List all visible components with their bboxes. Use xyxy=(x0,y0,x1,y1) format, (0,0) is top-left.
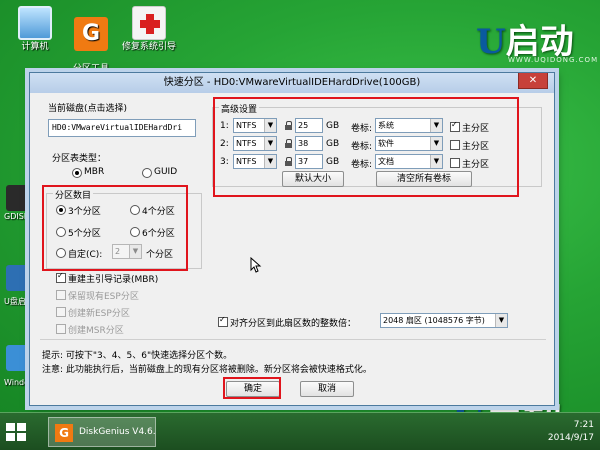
desktop-icon-computer[interactable]: 计算机 xyxy=(4,6,66,53)
taskbar: G DiskGenius V4.6... 7:21 2014/9/17 xyxy=(0,412,600,450)
radio-guid[interactable]: GUID xyxy=(142,167,177,178)
computer-icon xyxy=(18,6,52,40)
checkbox-create-msr[interactable]: 创建MSR分区 xyxy=(56,323,124,336)
close-button[interactable]: ✕ xyxy=(518,73,548,89)
checkbox-rebuild-mbr[interactable]: 重建主引导记录(MBR) xyxy=(56,271,158,285)
cancel-button[interactable]: 取消 xyxy=(300,381,354,397)
checkbox-keep-esp[interactable]: 保留现有ESP分区 xyxy=(56,289,139,302)
desktop-icon-label: GDISK xyxy=(4,212,30,221)
windows-logo-icon xyxy=(6,433,15,441)
taskbar-item-diskgenius[interactable]: G DiskGenius V4.6... xyxy=(48,417,156,447)
highlight-advanced-settings xyxy=(213,97,519,197)
clock-date: 2014/9/17 xyxy=(547,433,594,443)
partition-table-title: 分区表类型： xyxy=(52,154,107,164)
desktop-icon-label: 计算机 xyxy=(21,42,49,52)
hint-text: 提示: 可按下"3、4、5、6"快速选择分区个数。 xyxy=(42,351,233,361)
checkbox-align-sectors[interactable]: 对齐分区到此扇区数的整数倍： xyxy=(218,315,356,329)
divider xyxy=(40,339,546,340)
first-aid-kit-icon xyxy=(132,6,166,40)
radio-mbr[interactable]: MBR xyxy=(72,167,104,178)
logo-letter: U xyxy=(476,22,506,62)
highlight-partition-count xyxy=(42,185,188,271)
windows-logo-icon xyxy=(17,433,26,441)
dialog-title: 快速分区 - HD0:VMwareVirtualIDEHardDrive(100… xyxy=(30,73,554,93)
system-clock[interactable]: 7:21 2014/9/17 xyxy=(548,419,594,445)
checkbox-create-esp[interactable]: 创建新ESP分区 xyxy=(56,306,130,319)
desktop-icon-label: U盘启 xyxy=(4,297,26,306)
windows-logo-icon xyxy=(6,423,15,431)
quick-partition-dialog: 快速分区 - HD0:VMwareVirtualIDEHardDrive(100… xyxy=(29,72,555,406)
chevron-down-icon: ▼ xyxy=(495,314,507,327)
desktop-icon-repair-boot[interactable]: 修复系统引导 xyxy=(118,6,180,53)
start-button[interactable] xyxy=(6,423,26,441)
desktop-icon-label: 修复系统引导 xyxy=(121,42,176,52)
warning-text: 注意: 此功能执行后，当前磁盘上的现有分区将被删除。新分区将会被快速格式化。 xyxy=(42,365,372,375)
align-sector-select[interactable]: 2048 扇区 (1048576 字节) ▼ xyxy=(380,313,508,328)
desktop-icon-label: Windo xyxy=(4,378,29,387)
current-disk-field[interactable]: HD0:VMwareVirtualIDEHardDri xyxy=(48,119,196,137)
logo-url: WWW.UQIDONG.COM xyxy=(508,56,599,64)
highlight-ok-button xyxy=(223,377,281,399)
windows-logo-icon xyxy=(17,423,26,431)
current-disk-title: 当前磁盘(点击选择) xyxy=(48,104,128,114)
diskgenius-icon: G xyxy=(55,424,73,442)
clock-time: 7:21 xyxy=(573,420,594,430)
align-sector-value: 2048 扇区 (1048576 字节) xyxy=(383,316,485,325)
diskgenius-icon: G xyxy=(74,17,108,51)
taskbar-item-label: DiskGenius V4.6... xyxy=(79,427,156,437)
mouse-cursor-icon xyxy=(250,257,262,273)
